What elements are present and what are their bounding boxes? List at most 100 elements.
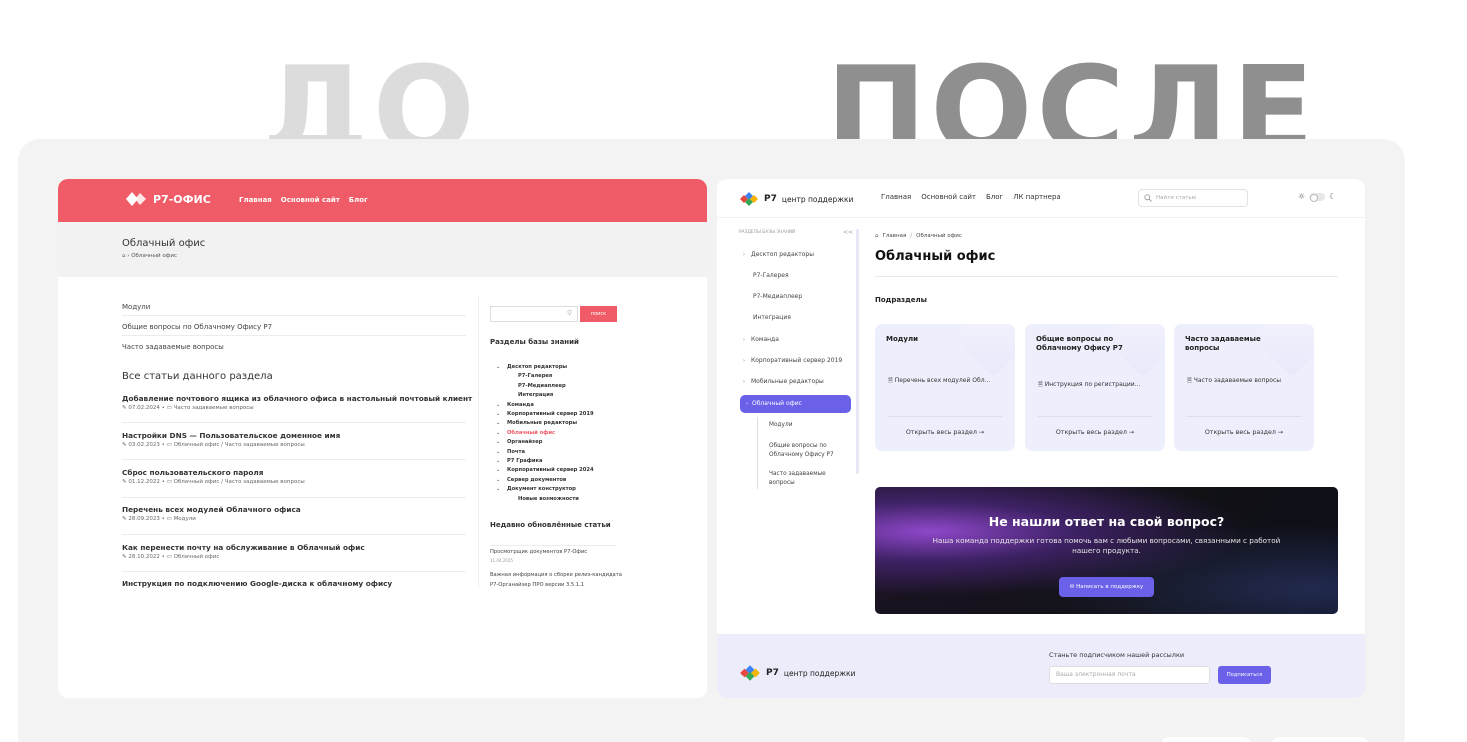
sidebar-item[interactable]: Р7-Медиаплеер [753,293,802,300]
old-article-title[interactable]: Сброс пользовательского пароля [122,468,263,477]
card-article-title: Инструкция по регистрации... [1044,381,1141,388]
kb-tree-item[interactable]: Р7-Галерея [496,372,594,381]
sidebar-item[interactable]: Интеграция [753,314,791,321]
card-article-link[interactable]: 🗎 Часто задаваемые вопросы [1187,376,1307,386]
sidebar-item[interactable]: › Команда [743,336,779,343]
divider [490,545,617,546]
theme-switch[interactable]: ☼ ☾ [1298,192,1337,202]
kb-tree-label: Новые возможности [518,495,579,502]
old-article-meta: ✎ 03.02.2023 • ▭ Облачный офис / Часто з… [122,442,305,448]
sidebar-item[interactable]: › Десктоп редакторы [743,251,814,258]
old-article-title[interactable]: Инструкция по подключению Google-диска к… [122,579,392,588]
chevron-down-icon: ⌄ [496,411,501,418]
sidebar-subitem[interactable]: Общие вопросы по Облачному Офису Р7 [769,442,847,459]
sidebar-subitem[interactable]: Модули [769,421,792,430]
kb-tree-item[interactable]: Интеграция [496,391,594,400]
old-subsection-link[interactable]: Модули [122,303,466,316]
kb-tree-item[interactable]: ⌄ Облачный офис [496,429,594,438]
moon-icon: ☾ [1329,192,1337,201]
old-subsection-link[interactable]: Общие вопросы по Облачному Офису Р7 [122,323,466,336]
old-article-title[interactable]: Перечень всех модулей Облачного офиса [122,505,301,514]
kb-tree-item[interactable]: ⌄ Сервер документов [496,476,594,485]
sidebar-item-label: Десктоп редакторы [751,251,814,258]
sidebar-scrollbar[interactable] [856,229,859,474]
old-search-input[interactable]: ⚲ [490,306,578,322]
old-breadcrumb: ⌂ › Облачный офис [122,253,177,259]
old-nav-main-site[interactable]: Основной сайт [281,196,340,204]
old-articles-heading: Все статьи данного раздела [122,371,273,382]
home-icon[interactable]: ⌂ [122,253,126,259]
card-open-link[interactable]: Открыть весь раздел → [875,429,1015,436]
kb-tree-item[interactable]: ⌄ Десктоп редакторы [496,363,594,372]
old-recent-heading: Недавно обновлённые статьи [490,521,611,529]
old-article-title[interactable]: Добавление почтового ящика из облачного … [122,394,472,403]
sidebar-subitem[interactable]: Часто задаваемые вопросы [769,470,847,487]
arrow-right-icon: → [1277,429,1284,436]
kb-tree-label: Облачный офис [507,429,556,436]
kb-tree-item[interactable]: ⌄ Команда [496,401,594,410]
new-nav: Главная Основной сайт Блог ЛК партнера [881,193,1061,201]
chevron-down-icon: ⌄ [496,467,501,474]
kb-tree-item[interactable]: Р7-Медиаплеер [496,382,594,391]
newsletter-email-field[interactable]: Ваша электронная почта [1049,666,1210,684]
kb-tree-item[interactable]: ⌄ Почта [496,448,594,457]
kb-tree-item[interactable]: ⌄ Р7 Графика [496,457,594,466]
kb-tree-item[interactable]: ⌄ Корпоративный сервер 2019 [496,410,594,419]
subscribe-button[interactable]: Подписаться [1218,666,1271,684]
kb-tree-item[interactable]: Новые возможности [496,495,594,504]
new-nav-main-site[interactable]: Основной сайт [921,193,976,201]
sidebar-item-label: Команда [751,336,779,343]
old-article-category[interactable]: Модули [174,516,196,522]
sidebar-item[interactable]: Р7-Галерея [753,272,789,279]
old-nav-home[interactable]: Главная [239,196,272,204]
card-article-link[interactable]: 🗎 Перечень всех модулей Обл... [888,376,1008,386]
new-nav-home[interactable]: Главная [881,193,911,201]
kb-tree-item[interactable]: ⌄ Документ конструктор [496,485,594,494]
card-open-label: Открыть весь раздел [905,429,977,436]
old-nav-blog[interactable]: Блог [349,196,368,204]
new-logo-text: центр поддержки [781,194,854,204]
subsection-card[interactable]: Часто задаваемые вопросы 🗎 Часто задавае… [1174,324,1314,451]
new-logo[interactable]: Р7 центр поддержки [739,192,853,206]
old-recent-article[interactable]: Просмотрщик документов Р7-Офис [490,549,587,555]
old-article-category[interactable]: Облачный офис / Часто задаваемые вопросы [174,442,305,448]
old-article-category[interactable]: Часто задаваемые вопросы [174,405,254,411]
old-article-meta: ✎ 01.12.2022 • ▭ Облачный офис / Часто з… [122,479,305,485]
old-subsection-link[interactable]: Часто задаваемые вопросы [122,343,466,355]
comparison-slide: ДО ПОСЛЕ Р7-ОФИС Главная Основной сайт Б… [0,0,1467,742]
old-article-title[interactable]: Настройки DNS — Пользовательское доменно… [122,431,340,440]
old-article-date: 28.10.2022 [128,554,160,560]
subsection-card[interactable]: Модули 🗎 Перечень всех модулей Обл... От… [875,324,1015,451]
card-article-link[interactable]: 🗎 Инструкция по регистрации... [1038,380,1158,390]
new-search-input[interactable]: Найти статью [1138,189,1248,207]
breadcrumb-home[interactable]: Главная [883,233,907,239]
banner-text: Наша команда поддержки готова помочь вам… [932,536,1281,555]
subsection-card[interactable]: Общие вопросы по Облачному Офису Р7 🗎 Ин… [1025,324,1165,451]
home-icon[interactable]: ⌂ [875,233,879,239]
kb-tree-label: Органайзер [507,439,543,446]
breadcrumb-separator: / [910,233,913,239]
old-article-category[interactable]: Облачный офис [174,554,220,560]
kb-tree-item[interactable]: ⌄ Мобильные редакторы [496,419,594,428]
old-recent-article[interactable]: Р7-Органайзер ПРО версии 3.5.1.1 [490,582,584,588]
old-article-meta: ✎ 07.02.2024 • ▭ Часто задаваемые вопрос… [122,405,254,411]
sidebar-item[interactable]: › Мобильные редакторы [743,378,824,385]
kb-tree-item[interactable]: ⌄ Органайзер [496,438,594,447]
card-open-link[interactable]: Открыть весь раздел → [1025,429,1165,436]
kb-tree-item[interactable]: ⌄ Корпоративный сервер 2024 [496,466,594,475]
sidebar-item[interactable]: › Корпоративный сервер 2019 [743,357,842,364]
old-recent-article[interactable]: Важная информация о сборке релиз-кандида… [490,572,622,578]
sidebar-collapse-icon[interactable]: << [843,229,853,236]
footer-logo[interactable]: Р7 центр поддержки [739,665,855,681]
new-nav-partner[interactable]: ЛК партнера [1013,193,1060,201]
card-open-link[interactable]: Открыть весь раздел → [1174,429,1314,436]
contact-support-button[interactable]: ✉ Написать в поддержку [1059,577,1154,597]
old-article-category[interactable]: Облачный офис / Часто задаваемые вопросы [174,479,305,485]
new-nav-blog[interactable]: Блог [986,193,1003,201]
old-search-button[interactable]: поиск [580,306,617,322]
sidebar-item-active[interactable]: › Облачный офис [740,395,851,413]
old-logo[interactable]: Р7-ОФИС [126,192,211,206]
theme-toggle[interactable] [1309,192,1326,202]
old-article-title[interactable]: Как перенести почту на обслуживание в Об… [122,543,365,552]
chevron-right-icon: › [743,358,745,364]
